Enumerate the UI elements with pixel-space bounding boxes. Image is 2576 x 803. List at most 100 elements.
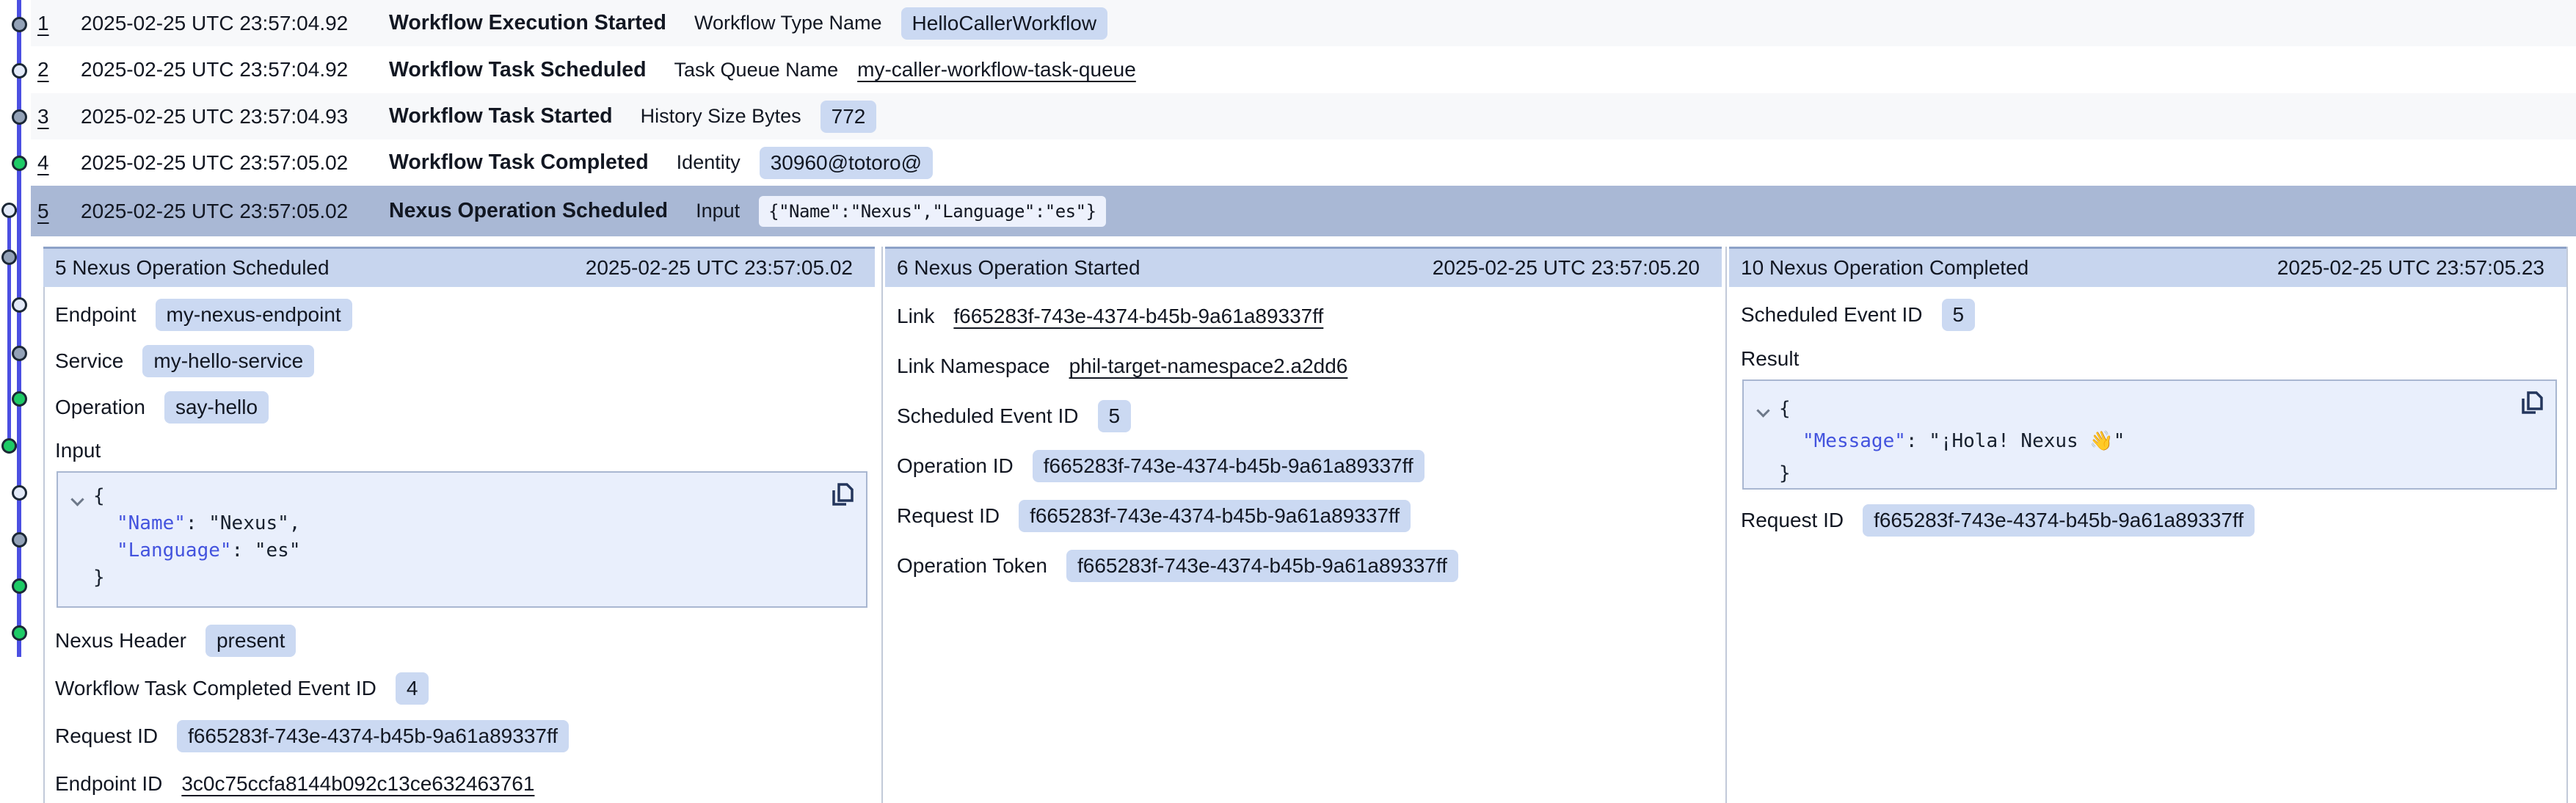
event-name: Workflow Execution Started (389, 11, 666, 35)
copy-icon[interactable] (2519, 390, 2544, 416)
event-id-link[interactable]: 5 (37, 200, 81, 223)
service-badge: my-hello-service (142, 345, 314, 377)
event-dot-light (1, 203, 17, 218)
field-scheduled-event-id: Scheduled Event ID 5 (897, 391, 1722, 441)
event-name: Workflow Task Scheduled (389, 58, 647, 82)
panel-nexus-operation-started: 6 Nexus Operation Started 2025-02-25 UTC… (885, 247, 1722, 803)
scheduled-event-id-badge: 5 (1098, 400, 1132, 432)
event-dot-light (12, 63, 27, 79)
field-operation-id: Operation ID f665283f-743e-4374-b45b-9a6… (897, 441, 1722, 491)
event-dot-gray (1, 250, 17, 265)
event-id-link[interactable]: 1 (37, 12, 81, 35)
event-name: Workflow Task Started (389, 104, 613, 128)
input-json-viewer: { "Name": "Nexus", "Language": "es" } (57, 471, 867, 608)
operation-badge: say-hello (164, 391, 269, 424)
event-name: Workflow Task Completed (389, 150, 649, 175)
panel-nexus-operation-scheduled: 5 Nexus Operation Scheduled 2025-02-25 U… (43, 247, 875, 803)
event-attr-label: History Size Bytes (641, 105, 801, 128)
event-attr-label: Identity (677, 151, 741, 174)
event-dot-gray (12, 17, 27, 32)
scheduled-event-id-badge: 5 (1942, 299, 1976, 331)
endpoint-id-link[interactable]: 3c0c75ccfa8144b092c13ce632463761 (181, 772, 534, 796)
field-endpoint-id: Endpoint ID 3c0c75ccfa8144b092c13ce63246… (55, 760, 875, 803)
panel-title: 5 Nexus Operation Scheduled (55, 256, 330, 280)
event-history-graph (0, 0, 31, 803)
event-name: Nexus Operation Scheduled (389, 199, 668, 223)
panel-header: 5 Nexus Operation Scheduled 2025-02-25 U… (43, 249, 875, 287)
wft-completed-badge: 4 (396, 672, 429, 705)
event-time: 2025-02-25 UTC 23:57:04.92 (81, 12, 365, 35)
field-request-id: Request ID f665283f-743e-4374-b45b-9a61a… (897, 491, 1722, 541)
field-link-namespace: Link Namespace phil-target-namespace2.a2… (897, 341, 1722, 391)
field-endpoint: Endpoint my-nexus-endpoint (55, 291, 875, 338)
event-attr-label: Workflow Type Name (694, 12, 882, 34)
event-attr-value-badge: 30960@totoro@ (760, 147, 933, 179)
operation-id-badge: f665283f-743e-4374-b45b-9a61a89337ff (1033, 450, 1425, 482)
event-time: 2025-02-25 UTC 23:57:05.02 (81, 151, 365, 175)
panel-title: 6 Nexus Operation Started (897, 256, 1140, 280)
endpoint-badge: my-nexus-endpoint (156, 299, 352, 331)
event-dot-green (12, 391, 27, 407)
field-wft-completed-event-id: Workflow Task Completed Event ID 4 (55, 664, 875, 712)
code-line: "Name": "Nexus", (58, 510, 866, 537)
event-id-link[interactable]: 4 (37, 151, 81, 175)
request-id-badge: f665283f-743e-4374-b45b-9a61a89337ff (1863, 504, 2255, 537)
event-row-1[interactable]: 1 2025-02-25 UTC 23:57:04.92 Workflow Ex… (31, 0, 2576, 46)
link-namespace-link[interactable]: phil-target-namespace2.a2dd6 (1069, 355, 1348, 378)
event-row-4[interactable]: 4 2025-02-25 UTC 23:57:05.02 Workflow Ta… (31, 139, 2576, 186)
event-attr-value-badge: HelloCallerWorkflow (901, 7, 1108, 40)
field-operation: Operation say-hello (55, 384, 875, 430)
operation-token-badge: f665283f-743e-4374-b45b-9a61a89337ff (1066, 550, 1458, 582)
field-operation-token: Operation Token f665283f-743e-4374-b45b-… (897, 541, 1722, 591)
task-queue-link[interactable]: my-caller-workflow-task-queue (857, 58, 1136, 81)
link-link[interactable]: f665283f-743e-4374-b45b-9a61a89337ff (953, 305, 1323, 328)
result-json-viewer: { "Message": "¡Hola! Nexus 👋" } (1742, 379, 2557, 490)
event-dot-light (12, 485, 27, 501)
panel-header: 6 Nexus Operation Started 2025-02-25 UTC… (885, 249, 1722, 287)
event-row-3[interactable]: 3 2025-02-25 UTC 23:57:04.93 Workflow Ta… (31, 93, 2576, 139)
timeline-branch-line (7, 210, 11, 446)
nexus-header-badge: present (205, 625, 296, 657)
panel-time: 2025-02-25 UTC 23:57:05.23 (2277, 256, 2544, 280)
field-request-id: Request ID f665283f-743e-4374-b45b-9a61a… (1741, 497, 2566, 544)
field-link: Link f665283f-743e-4374-b45b-9a61a89337f… (897, 291, 1722, 341)
panel-title: 10 Nexus Operation Completed (1741, 256, 2029, 280)
panel-time: 2025-02-25 UTC 23:57:05.20 (1433, 256, 1700, 280)
code-line: "Message": "¡Hola! Nexus 👋" (1744, 425, 2555, 457)
event-dot-green (1, 438, 17, 454)
field-service: Service my-hello-service (55, 338, 875, 384)
event-attr-value-badge: 772 (821, 101, 877, 133)
panel-divider-2 (1725, 247, 1727, 803)
request-id-badge: f665283f-743e-4374-b45b-9a61a89337ff (177, 720, 569, 752)
panel-divider-1 (881, 247, 883, 803)
event-dot-gray (12, 346, 27, 361)
code-line: } (58, 564, 866, 592)
event-time: 2025-02-25 UTC 23:57:05.02 (81, 200, 365, 223)
event-attr-label: Input (696, 200, 740, 222)
code-line: { (1744, 393, 2555, 425)
field-scheduled-event-id: Scheduled Event ID 5 (1741, 291, 2566, 338)
panel-right-border (2566, 247, 2568, 803)
panel-nexus-operation-completed: 10 Nexus Operation Completed 2025-02-25 … (1729, 247, 2566, 803)
code-line: { (58, 483, 866, 510)
event-dot-green (12, 578, 27, 594)
event-id-link[interactable]: 2 (37, 58, 81, 81)
event-row-5-selected[interactable]: 5 2025-02-25 UTC 23:57:05.02 Nexus Opera… (31, 186, 2576, 236)
event-time: 2025-02-25 UTC 23:57:04.93 (81, 105, 365, 128)
timeline-main-line (17, 0, 21, 657)
event-row-2[interactable]: 2 2025-02-25 UTC 23:57:04.92 Workflow Ta… (31, 46, 2576, 93)
panel-time: 2025-02-25 UTC 23:57:05.02 (586, 256, 853, 280)
event-dot-green (12, 625, 27, 641)
field-request-id: Request ID f665283f-743e-4374-b45b-9a61a… (55, 712, 875, 760)
code-line: } (1744, 457, 2555, 490)
event-id-link[interactable]: 3 (37, 105, 81, 128)
event-attr-label: Task Queue Name (674, 59, 839, 81)
event-dot-gray (12, 532, 27, 548)
code-line: "Language": "es" (58, 537, 866, 564)
panel-header: 10 Nexus Operation Completed 2025-02-25 … (1729, 249, 2566, 287)
field-nexus-header: Nexus Header present (55, 617, 875, 664)
workflow-history-view: 1 2025-02-25 UTC 23:57:04.92 Workflow Ex… (0, 0, 2576, 803)
copy-icon[interactable] (829, 482, 854, 508)
input-label: Input (55, 430, 875, 471)
event-attr-value-json: {"Name":"Nexus","Language":"es"} (759, 196, 1105, 227)
